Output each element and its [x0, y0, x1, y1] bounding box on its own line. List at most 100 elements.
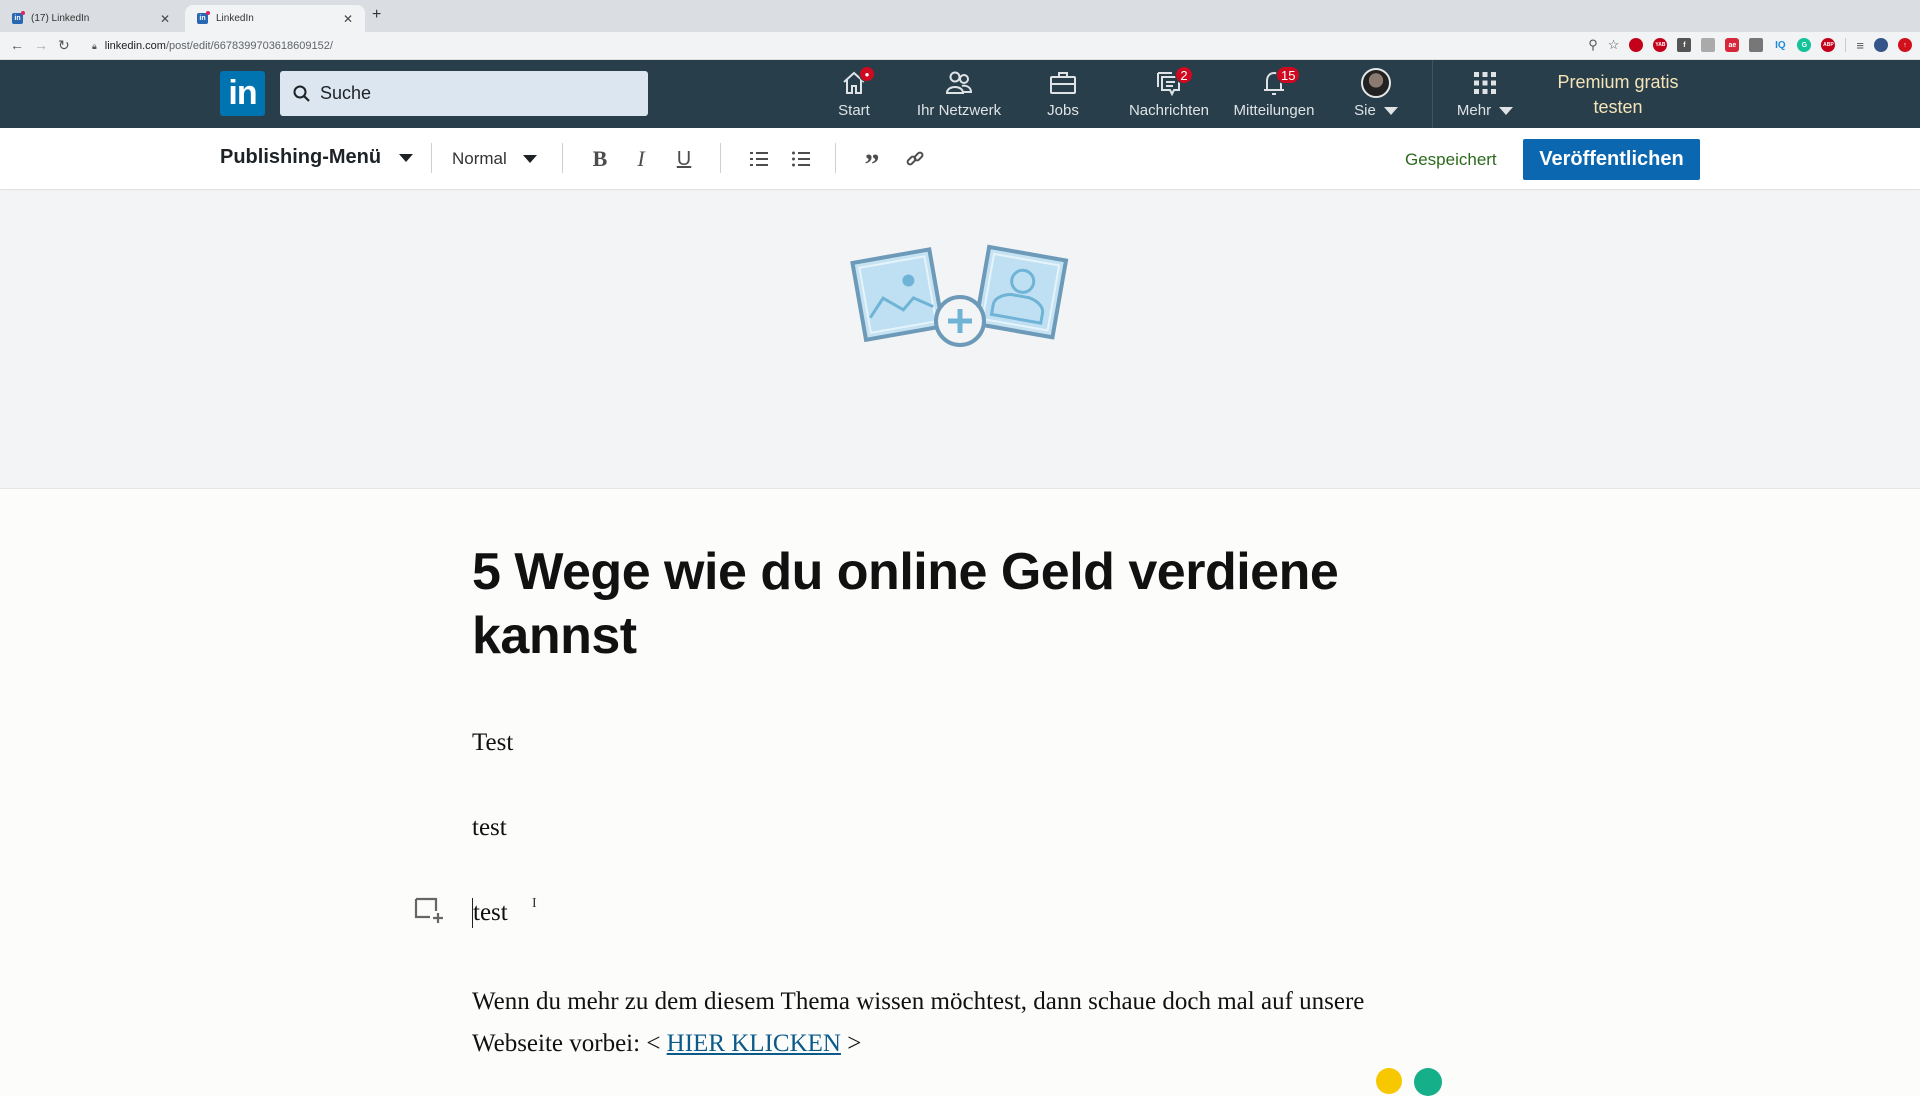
nav-label: Mehr [1457, 102, 1514, 119]
linkedin-favicon-icon: in [197, 11, 210, 24]
nav-label: Start [838, 102, 870, 119]
nav-item-more[interactable]: Mehr [1450, 68, 1520, 124]
article-paragraph-active[interactable]: test [472, 898, 508, 928]
premium-trial-link[interactable]: Premium gratis testen [1548, 70, 1688, 120]
link-icon [906, 151, 924, 166]
zoom-icon[interactable]: ⚲ [1588, 37, 1598, 53]
closing-bracket: > [847, 1030, 862, 1057]
saved-status: Gespeichert [1405, 150, 1497, 169]
new-tab-plus-icon[interactable]: + [372, 6, 381, 24]
url-host: linkedin.com [104, 40, 166, 52]
article-title-area: 5 Wege wie du online Geld verdiene kanns… [472, 540, 1432, 668]
chevron-down-icon [1383, 107, 1398, 116]
closing-paragraph[interactable]: Wenn du mehr zu dem diesem Thema wissen … [472, 981, 1432, 1065]
reload-icon[interactable]: ↻ [58, 37, 70, 54]
messages-count-badge: 2 [1175, 66, 1193, 84]
bold-button[interactable]: B [585, 144, 615, 174]
ae-extension-icon[interactable]: ae [1725, 38, 1740, 52]
article-paragraph[interactable]: test [472, 814, 507, 842]
bold-icon: B [592, 146, 608, 171]
iq-extension-icon[interactable]: IQ [1773, 38, 1787, 52]
underline-icon: U [676, 147, 692, 170]
grammarly-widget-icon[interactable] [1414, 1068, 1442, 1096]
toolbar-divider [562, 143, 563, 173]
lock-icon: 🔒︎ [92, 40, 97, 51]
chevron-down-icon [1499, 107, 1514, 116]
search-input[interactable]: Suche [280, 71, 648, 116]
editor-toolbar: Publishing-Menü Normal B I U ” Gespeiche… [0, 128, 1920, 190]
italic-button[interactable]: I [626, 144, 656, 174]
article-title[interactable]: 5 Wege wie du online Geld verdiene kanns… [472, 540, 1432, 668]
tab-label: (17) LinkedIn [31, 13, 90, 24]
link-button[interactable] [900, 144, 930, 174]
grid-icon [1474, 72, 1496, 94]
facebook-extension-icon[interactable]: f [1677, 38, 1692, 52]
url-input[interactable]: 🔒︎ linkedin.com /post/edit/6678399703618… [84, 35, 1584, 57]
paragraph-text: test [473, 899, 508, 926]
address-bar: ← → ↻ 🔒︎ linkedin.com /post/edit/6678399… [0, 32, 1920, 60]
italic-icon: I [637, 146, 645, 171]
nav-divider [1432, 60, 1433, 128]
nav-label: Sie [1354, 102, 1398, 119]
browser-tab-1[interactable]: in (17) LinkedIn ✕ [0, 5, 182, 32]
ublock-extension-icon[interactable] [1629, 38, 1644, 52]
nav-item-me[interactable]: Sie [1350, 68, 1402, 124]
url-path: /post/edit/6678399703618609152/ [165, 40, 333, 52]
bulleted-list-icon [792, 151, 810, 167]
quote-button[interactable]: ” [857, 144, 887, 181]
cover-image-upload-area[interactable] [0, 191, 1920, 489]
forward-arrow-icon[interactable]: → [34, 37, 48, 53]
avatar [1361, 68, 1391, 98]
linkedin-logo[interactable]: in [220, 71, 265, 116]
text-style-value: Normal [452, 149, 507, 168]
nav-item-start[interactable]: • Start [833, 66, 875, 124]
nav-item-notifications[interactable]: 15 Mitteilungen [1230, 66, 1318, 124]
bookmark-star-icon[interactable]: ☆ [1608, 37, 1620, 53]
briefcase-icon [1050, 72, 1076, 94]
close-tab-icon[interactable]: ✕ [160, 12, 170, 26]
publishing-menu-label: Publishing-Menü [220, 146, 382, 168]
update-icon[interactable]: ↑ [1898, 38, 1912, 52]
nav-item-messages[interactable]: 2 Nachrichten [1125, 66, 1213, 124]
nav-item-jobs[interactable]: Jobs [1043, 68, 1083, 124]
notification-dot-badge: • [859, 66, 875, 82]
adblock-extension-icon[interactable]: ABP [1821, 38, 1836, 52]
nav-label: Jobs [1047, 102, 1079, 119]
ibeam-cursor-icon: I [532, 896, 537, 911]
close-tab-icon[interactable]: ✕ [343, 12, 353, 26]
linkedin-nav: in Suche • Start Ihr Netzwerk Jobs 2 Nac… [0, 60, 1920, 128]
back-arrow-icon[interactable]: ← [10, 37, 24, 53]
tab-label: LinkedIn [216, 13, 254, 24]
emoji-widget-icon[interactable] [1376, 1068, 1402, 1094]
closing-text-2: Webseite vorbei: < [472, 1030, 661, 1057]
search-icon [293, 85, 310, 102]
media-control-icon[interactable]: ≡ [1856, 38, 1864, 53]
nav-label: Ihr Netzwerk [916, 102, 1002, 119]
browser-tab-bar: in (17) LinkedIn ✕ in LinkedIn ✕ + [0, 0, 1920, 32]
nav-item-network[interactable]: Ihr Netzwerk [914, 68, 1004, 124]
hier-klicken-link[interactable]: HIER KLICKEN [667, 1030, 841, 1057]
notifications-count-badge: 15 [1276, 66, 1301, 84]
grammarly-extension-icon[interactable]: G [1797, 38, 1812, 52]
underline-button[interactable]: U [669, 144, 699, 174]
search-placeholder: Suche [320, 83, 372, 103]
browser-tab-2[interactable]: in LinkedIn ✕ [185, 5, 365, 32]
grey-extension-icon[interactable] [1701, 38, 1716, 52]
toolbar-divider [431, 143, 432, 173]
add-media-block-icon[interactable] [414, 897, 444, 923]
closing-text: Wenn du mehr zu dem diesem Thema wissen … [472, 988, 1365, 1015]
box-extension-icon[interactable] [1749, 38, 1764, 52]
publishing-menu-dropdown[interactable]: Publishing-Menü [220, 146, 414, 169]
article-paragraph[interactable]: Test [472, 729, 513, 757]
network-icon [945, 71, 973, 94]
chevron-down-icon [399, 153, 414, 162]
add-image-illustration-icon [850, 244, 1069, 347]
profile-avatar-icon[interactable] [1874, 38, 1888, 52]
linkedin-favicon-icon: in [12, 11, 25, 24]
yab-extension-icon[interactable]: YAB [1653, 38, 1668, 52]
numbered-list-icon [750, 152, 768, 166]
numbered-list-button[interactable] [744, 144, 774, 174]
text-style-select[interactable]: Normal [452, 149, 537, 169]
bulleted-list-button[interactable] [786, 144, 816, 174]
publish-button[interactable]: Veröffentlichen [1523, 139, 1700, 180]
